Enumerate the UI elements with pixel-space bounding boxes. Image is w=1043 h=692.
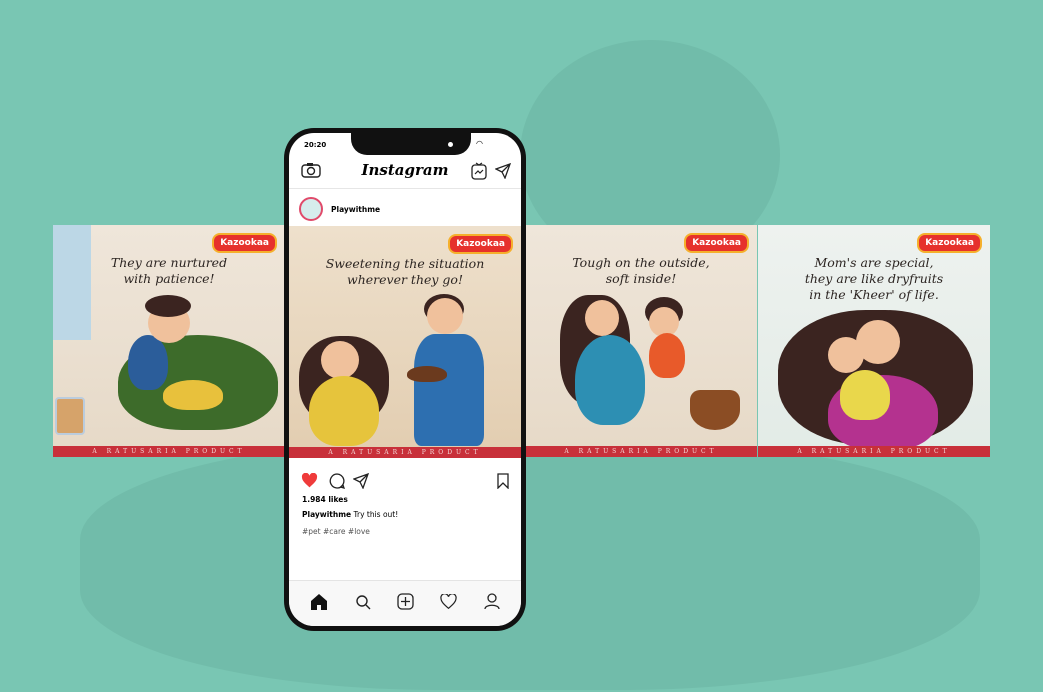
instagram-screen: 20:20 ◠ Instagram Playwithme Kazookaa Sw… <box>289 133 521 626</box>
avatar[interactable] <box>299 197 323 221</box>
brand-logo: Kazookaa <box>448 234 513 254</box>
card-footer: A RATUSARIA PRODUCT <box>53 446 285 457</box>
instagram-header: Instagram <box>289 155 521 189</box>
likes-count[interactable]: 1.984 likes <box>302 495 348 504</box>
brand-logo: Kazookaa <box>684 233 749 253</box>
wifi-icon: ◠ <box>476 139 483 148</box>
bookmark-icon[interactable] <box>497 473 509 489</box>
share-icon[interactable] <box>353 473 369 489</box>
post-card-1: Kazookaa They are nurtured with patience… <box>53 225 285 457</box>
brand-logo: Kazookaa <box>917 233 982 253</box>
profile-icon[interactable] <box>484 593 500 614</box>
card-caption: Tough on the outside, soft inside! <box>572 255 710 286</box>
post-card-3: Kazookaa Tough on the outside, soft insi… <box>525 225 757 457</box>
heart-filled-icon[interactable] <box>301 473 318 488</box>
card-caption: Sweetening the situation wherever they g… <box>325 256 485 287</box>
phone-mockup: 20:20 ◠ Instagram Playwithme Kazookaa Sw… <box>284 128 526 631</box>
card-caption: They are nurtured with patience! <box>110 255 228 286</box>
home-icon[interactable] <box>310 593 328 615</box>
notch <box>351 133 471 155</box>
search-icon[interactable] <box>355 594 371 614</box>
add-post-icon[interactable] <box>397 593 414 614</box>
card-caption: Mom's are special, they are like dryfrui… <box>804 255 944 302</box>
card-footer: A RATUSARIA PRODUCT <box>289 447 521 458</box>
comment-icon[interactable] <box>329 473 345 489</box>
card-footer: A RATUSARIA PRODUCT <box>525 446 757 457</box>
card-footer: A RATUSARIA PRODUCT <box>758 446 990 457</box>
post-card-2[interactable]: Kazookaa Sweetening the situation wherev… <box>289 226 521 458</box>
activity-heart-icon[interactable] <box>440 593 458 613</box>
post-card-4: Kazookaa Mom's are special, they are lik… <box>758 225 990 457</box>
bottom-nav <box>289 580 521 626</box>
hashtags[interactable]: #pet #care #love <box>302 527 370 536</box>
post-caption: Playwithme Try this out! <box>302 510 398 519</box>
caption-text: Try this out! <box>353 510 399 519</box>
direct-message-icon[interactable] <box>495 163 511 179</box>
igtv-icon[interactable] <box>471 162 487 180</box>
brand-logo: Kazookaa <box>212 233 277 253</box>
caption-username[interactable]: Playwithme <box>302 510 351 519</box>
post-author[interactable]: Playwithme <box>299 197 380 221</box>
status-time: 20:20 <box>304 141 327 149</box>
username[interactable]: Playwithme <box>331 205 380 214</box>
